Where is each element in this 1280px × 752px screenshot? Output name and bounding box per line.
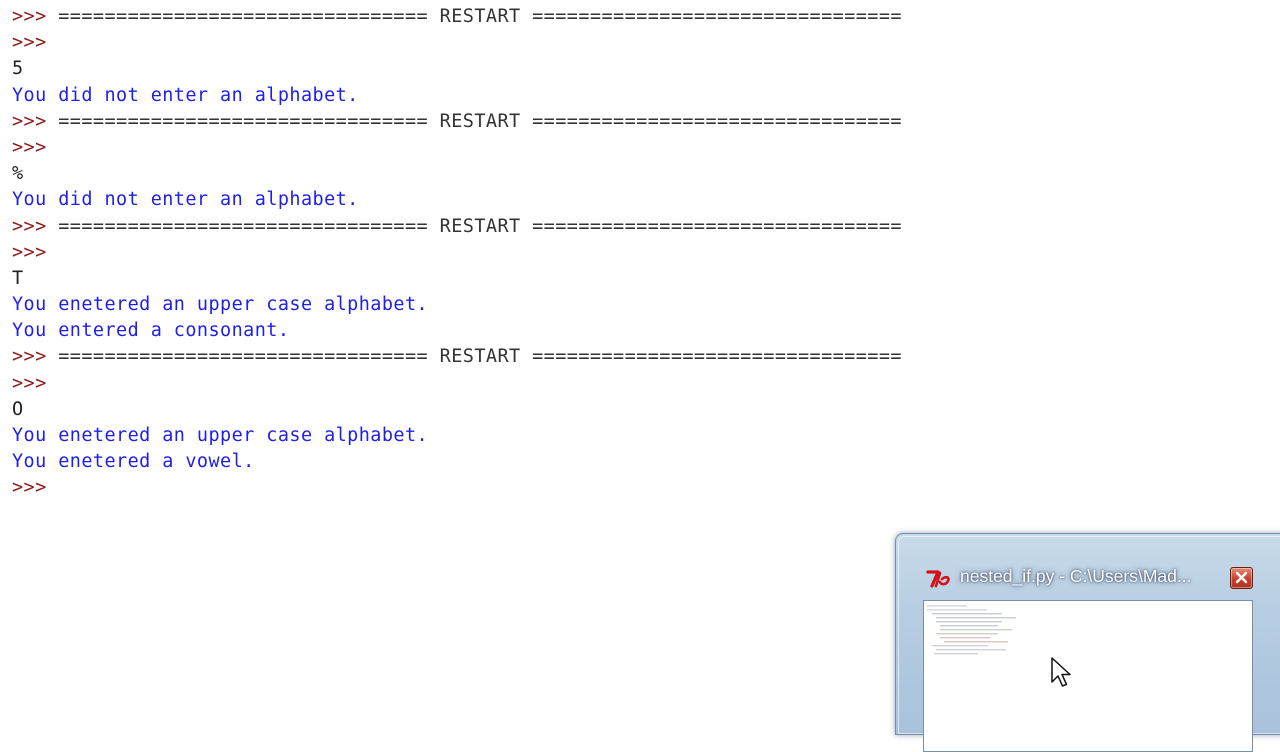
- console-line-restart: >>> ================================ RES…: [12, 4, 902, 30]
- console-line-prompt: >>>: [12, 240, 902, 266]
- console-line-output: You did not enter an alphabet.: [12, 187, 902, 213]
- prompt-marker: >>>: [12, 372, 47, 394]
- restart-banner: ================================ RESTART…: [46, 6, 902, 27]
- preview-content-miniature: [927, 605, 1016, 655]
- shell-console[interactable]: >>> ================================ RES…: [12, 4, 902, 502]
- user-input: O: [12, 398, 24, 420]
- prompt-marker: >>>: [12, 346, 47, 368]
- prompt-marker: >>>: [12, 6, 47, 27]
- restart-banner: ================================ RESTART…: [46, 346, 902, 368]
- restart-banner: ================================ RESTART…: [46, 215, 902, 237]
- console-line-output: You entered a consonant.: [12, 318, 902, 344]
- user-input: T: [12, 267, 24, 289]
- user-input: 5: [12, 58, 24, 80]
- restart-banner: ================================ RESTART…: [46, 110, 902, 132]
- console-line-restart: >>> ================================ RES…: [12, 109, 902, 135]
- prompt-marker: >>>: [12, 136, 47, 158]
- program-output: You did not enter an alphabet.: [12, 84, 359, 106]
- prompt-marker: >>>: [12, 110, 47, 132]
- thumbnail-title[interactable]: nested_if.py - C:\Users\Mad...: [960, 566, 1191, 587]
- program-output: You enetered an upper case alphabet.: [12, 425, 429, 446]
- close-icon: [1235, 571, 1248, 584]
- mouse-cursor-icon: [1051, 657, 1071, 687]
- console-line-prompt: >>>: [12, 30, 902, 56]
- python-idle-icon: [926, 570, 950, 588]
- console-line-input: 5: [12, 56, 902, 82]
- prompt-marker: >>>: [12, 32, 47, 54]
- thumbnail-title-bar[interactable]: nested_if.py - C:\Users\Mad...: [924, 565, 1254, 589]
- prompt-marker: >>>: [12, 477, 47, 499]
- console-line-input: T: [12, 266, 902, 292]
- taskbar-thumbnail-popup[interactable]: nested_if.py - C:\Users\Mad...: [895, 533, 1280, 752]
- window-preview[interactable]: [923, 600, 1253, 752]
- console-line-prompt: >>>: [12, 135, 902, 161]
- console-line-restart: >>> ================================ RES…: [12, 214, 902, 240]
- console-line-input: O: [12, 397, 902, 423]
- console-line-input: %: [12, 161, 902, 187]
- user-input: %: [12, 163, 24, 185]
- program-output: You enetered an upper case alphabet.: [12, 294, 429, 316]
- close-button[interactable]: [1230, 567, 1253, 589]
- console-line-output: You enetered an upper case alphabet.: [12, 423, 902, 449]
- console-line-output: You enetered an upper case alphabet.: [12, 292, 902, 318]
- console-line-prompt: >>>: [12, 371, 902, 397]
- console-line-output: You did not enter an alphabet.: [12, 83, 902, 109]
- prompt-marker: >>>: [12, 241, 47, 263]
- prompt-marker: >>>: [12, 215, 47, 237]
- program-output: You entered a consonant.: [12, 320, 290, 342]
- program-output: You did not enter an alphabet.: [12, 189, 359, 211]
- console-line-output: You enetered a vowel.: [12, 449, 902, 475]
- console-line-prompt: >>>: [12, 475, 902, 501]
- program-output: You enetered a vowel.: [12, 451, 255, 473]
- console-line-restart: >>> ================================ RES…: [12, 344, 902, 370]
